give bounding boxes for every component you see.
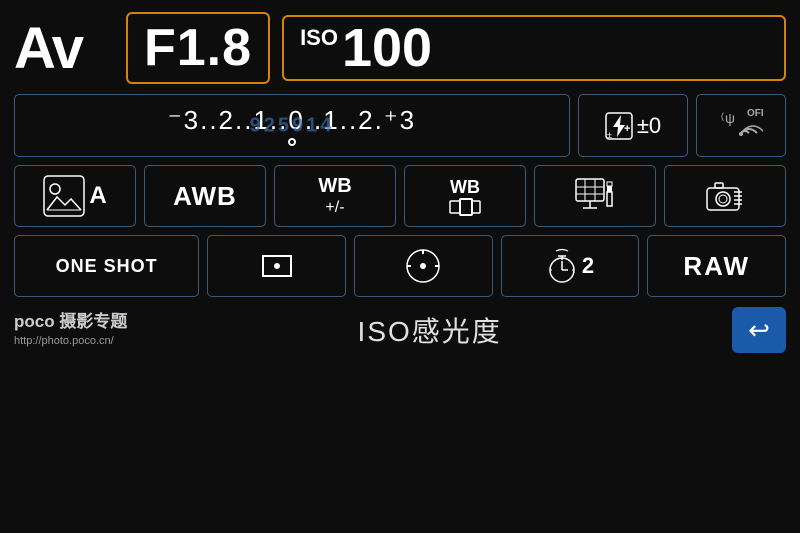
metering-icon	[403, 246, 443, 286]
wifi-box[interactable]: ( ψ OFF	[696, 94, 786, 157]
iso-box[interactable]: ISO 100	[282, 15, 786, 81]
scene-a-label: A	[89, 182, 106, 210]
exposure-scale-text: ⁻3..2..1..0..1..2.⁺3	[168, 105, 416, 136]
wifi-status: ( ψ OFF	[719, 103, 763, 148]
af-point-box[interactable]	[207, 235, 346, 297]
iso-bottom-label: ISO感光度	[358, 310, 502, 350]
wifi-icon: ( ψ OFF	[719, 103, 763, 143]
scene-icon-svg	[43, 175, 85, 217]
exposure-row: ⁻3..2..1..0..1..2.⁺3 925914 + ± ±0	[14, 94, 786, 157]
bottom-row: poco 摄影专题 http://photo.poco.cn/ ISO感光度 ↩	[14, 307, 786, 353]
self-timer-icon	[546, 248, 578, 284]
flash-content: + ± ±0	[605, 112, 661, 140]
camera-settings-icon	[703, 174, 747, 218]
af-point-content	[262, 255, 292, 277]
mode-label: Av	[14, 15, 114, 82]
settings-row: A AWB WB +/- WB	[14, 165, 786, 227]
svg-text:(: (	[721, 111, 724, 121]
self-timer-number: 2	[582, 253, 594, 279]
self-timer-box[interactable]: 2	[501, 235, 640, 297]
self-timer-content: 2	[546, 248, 594, 284]
flash-box[interactable]: + ± ±0	[578, 94, 688, 157]
metering-box[interactable]	[354, 235, 493, 297]
svg-text:±: ±	[607, 130, 612, 140]
awb-label: AWB	[173, 181, 237, 212]
svg-text:ψ: ψ	[725, 110, 735, 126]
back-arrow-icon: ↩	[748, 315, 770, 346]
raw-label: RAW	[683, 251, 750, 282]
one-shot-label: ONE SHOT	[56, 256, 158, 277]
scene-mode-icon: A	[43, 175, 106, 217]
wb-bracket-icon	[449, 198, 481, 216]
wb-bracket-label: WB	[450, 177, 480, 198]
iso-label-text: ISO感光度	[358, 316, 502, 347]
scene-mode-box[interactable]: A	[14, 165, 136, 227]
raw-box[interactable]: RAW	[647, 235, 786, 297]
awb-box[interactable]: AWB	[144, 165, 266, 227]
wb-adj-bot: +/-	[318, 198, 351, 217]
af-point-dot	[274, 263, 280, 269]
camera-screen: Av F1.8 ISO 100 ⁻3..2..1..0..1..2.⁺3 925…	[0, 0, 800, 533]
wb-adj-content: WB +/-	[318, 174, 351, 217]
display-box[interactable]	[534, 165, 656, 227]
aperture-box[interactable]: F1.8	[126, 12, 270, 84]
svg-text:OFF: OFF	[747, 108, 763, 119]
wb-bracket-content: WB	[449, 177, 481, 216]
camera-settings-box[interactable]	[664, 165, 786, 227]
mode-row: ONE SHOT	[14, 235, 786, 297]
one-shot-box[interactable]: ONE SHOT	[14, 235, 199, 297]
af-point-frame	[262, 255, 292, 277]
svg-text:+: +	[624, 123, 630, 135]
iso-prefix: ISO	[300, 25, 338, 51]
wb-adj-box[interactable]: WB +/-	[274, 165, 396, 227]
poco-brand-name: poco 摄影专题	[14, 310, 127, 334]
exposure-tick	[288, 138, 296, 146]
exposure-scale-box[interactable]: ⁻3..2..1..0..1..2.⁺3 925914	[14, 94, 570, 157]
aperture-value: F1.8	[144, 19, 252, 77]
display-icon	[573, 174, 617, 218]
flash-value: ±0	[637, 113, 661, 139]
poco-url: http://photo.poco.cn/	[14, 334, 127, 349]
poco-branding: poco 摄影专题 http://photo.poco.cn/	[14, 310, 127, 349]
flash-icon: + ±	[605, 112, 633, 140]
iso-value: 100	[342, 21, 432, 75]
wb-adj-top: WB	[318, 174, 351, 198]
top-row: Av F1.8 ISO 100	[14, 12, 786, 84]
back-button[interactable]: ↩	[732, 307, 786, 353]
wb-bracket-box[interactable]: WB	[404, 165, 526, 227]
